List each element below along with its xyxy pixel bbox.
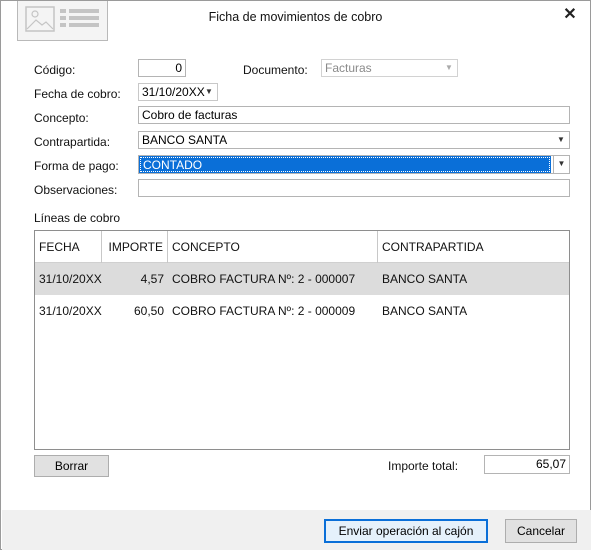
contrapartida-value: BANCO SANTA xyxy=(142,133,228,147)
window-title: Ficha de movimientos de cobro xyxy=(208,10,383,24)
cell-concepto: COBRO FACTURA Nº: 2 - 000007 xyxy=(172,272,356,286)
documento-select[interactable]: Facturas ▼ xyxy=(321,59,458,77)
contrapartida-select[interactable]: BANCO SANTA ▼ xyxy=(138,131,570,149)
lineas-cobro-table[interactable]: FECHA IMPORTE CONCEPTO CONTRAPARTIDA 31/… xyxy=(34,230,570,450)
documento-label: Documento: xyxy=(243,63,308,77)
concepto-label: Concepto: xyxy=(34,111,89,125)
title-bar: Ficha de movimientos de cobro ✕ xyxy=(1,1,590,41)
fecha-cobro-picker[interactable]: 31/10/20XX ▼ xyxy=(138,83,218,101)
forma-pago-select[interactable]: CONTADO ▼ xyxy=(138,155,570,174)
borrar-button[interactable]: Borrar xyxy=(34,455,109,477)
table-row[interactable]: 31/10/20XX 60,50 COBRO FACTURA Nº: 2 - 0… xyxy=(35,295,569,327)
cell-contrapartida: BANCO SANTA xyxy=(382,272,468,286)
chevron-down-icon[interactable]: ▼ xyxy=(201,84,217,100)
importe-total-label: Importe total: xyxy=(388,459,459,473)
dialog-footer: Enviar operación al cajón Cancelar xyxy=(2,510,591,550)
chevron-down-icon[interactable]: ▼ xyxy=(553,156,569,173)
cancelar-button[interactable]: Cancelar xyxy=(505,519,577,543)
observaciones-label: Observaciones: xyxy=(34,183,118,197)
forma-pago-value: CONTADO xyxy=(139,156,551,173)
codigo-label: Código: xyxy=(34,63,76,77)
cell-fecha: 31/10/20XX xyxy=(39,272,102,286)
enviar-operacion-button[interactable]: Enviar operación al cajón xyxy=(324,519,488,543)
lineas-cobro-label: Líneas de cobro xyxy=(34,211,121,225)
close-icon[interactable]: ✕ xyxy=(558,4,582,26)
cell-contrapartida: BANCO SANTA xyxy=(382,304,468,318)
column-header-importe[interactable]: IMPORTE xyxy=(102,231,168,263)
fecha-cobro-value: 31/10/20XX xyxy=(142,85,205,99)
cell-fecha: 31/10/20XX xyxy=(39,304,102,318)
table-header: FECHA IMPORTE CONCEPTO CONTRAPARTIDA xyxy=(35,231,569,263)
concepto-field[interactable]: Cobro de facturas xyxy=(138,106,570,124)
documento-value: Facturas xyxy=(325,61,372,75)
cell-importe: 60,50 xyxy=(133,304,164,318)
forma-pago-label: Forma de pago: xyxy=(34,159,119,173)
importe-total-field: 65,07 xyxy=(484,455,570,474)
contrapartida-label: Contrapartida: xyxy=(34,135,111,149)
cell-importe: 4,57 xyxy=(140,272,164,286)
column-header-fecha[interactable]: FECHA xyxy=(35,231,102,263)
column-header-contrapartida[interactable]: CONTRAPARTIDA xyxy=(378,231,569,263)
codigo-field[interactable]: 0 xyxy=(138,59,186,77)
cell-concepto: COBRO FACTURA Nº: 2 - 000009 xyxy=(172,304,356,318)
table-row[interactable]: 31/10/20XX 4,57 COBRO FACTURA Nº: 2 - 00… xyxy=(35,263,569,295)
observaciones-field[interactable] xyxy=(138,179,570,197)
dialog-window: Ficha de movimientos de cobro ✕ Código: … xyxy=(0,0,591,550)
chevron-down-icon: ▼ xyxy=(445,63,453,72)
chevron-down-icon[interactable]: ▼ xyxy=(553,132,569,148)
fecha-cobro-label: Fecha de cobro: xyxy=(34,87,121,101)
column-header-concepto[interactable]: CONCEPTO xyxy=(168,231,378,263)
